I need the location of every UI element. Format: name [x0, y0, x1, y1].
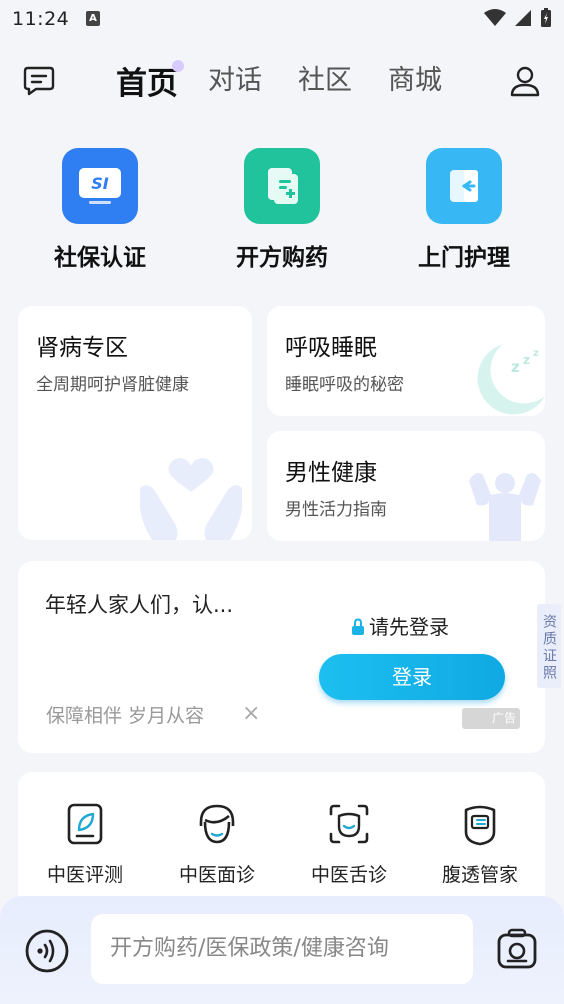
male-card-subtitle: 男性活力指南 [285, 500, 387, 520]
voice-input-icon[interactable] [24, 928, 70, 974]
tab-community[interactable]: 社区 [298, 58, 352, 103]
tcm-assessment-icon [67, 803, 103, 845]
tab-home-label: 首页 [116, 66, 178, 102]
login-hint: 请先登录 [351, 611, 449, 640]
social-security-auth-button[interactable]: SI 社保认证 [35, 148, 165, 272]
face-diagnosis-label: 中医面诊 [178, 864, 255, 886]
top-header: 首页 对话 社区 商城 [0, 54, 564, 106]
main-nav-tabs: 首页 对话 社区 商城 [116, 58, 478, 103]
tongue-diagnosis-button[interactable]: 中医舌诊 [294, 802, 404, 887]
ask-input[interactable]: 开方购药/医保政策/健康咨询 [91, 914, 473, 984]
status-time: 11:24 [12, 8, 70, 30]
camera-scan-icon[interactable] [494, 926, 540, 972]
qualification-certificate-tab[interactable]: 资质证照 [537, 604, 561, 688]
status-icons [484, 8, 552, 28]
promo-headline[interactable]: 年轻人家人们，认... [45, 589, 233, 619]
tab-chat[interactable]: 对话 [208, 58, 262, 103]
active-tab-dot [172, 60, 184, 72]
moon-sleep-icon: z z z [477, 344, 545, 415]
svg-text:z: z [523, 353, 530, 367]
home-nursing-button[interactable]: 上门护理 [399, 148, 529, 272]
app-notification-icon: A [86, 11, 100, 26]
battery-icon [541, 8, 551, 27]
tcm-assessment-button[interactable]: 中医评测 [30, 802, 140, 887]
tab-home[interactable]: 首页 [116, 58, 184, 103]
wifi-icon [484, 9, 506, 26]
prescription-icon [244, 148, 320, 224]
sleep-card-title: 呼吸睡眠 [285, 335, 377, 361]
face-diagnosis-icon [199, 804, 235, 844]
home-nursing-label: 上门护理 [418, 245, 510, 271]
quick-services: SI 社保认证 开方购药 上门护理 [0, 148, 564, 278]
tab-chat-label: 对话 [208, 65, 262, 96]
dialysis-manager-label: 腹透管家 [441, 864, 518, 886]
kidney-card-title: 肾病专区 [36, 335, 128, 361]
sleep-card-subtitle: 睡眠呼吸的秘密 [285, 375, 404, 395]
social-security-auth-label: 社保认证 [54, 245, 146, 271]
si-icon-text: SI [91, 174, 109, 193]
svg-text:z: z [511, 358, 520, 376]
tab-mall[interactable]: 商城 [388, 58, 442, 103]
home-care-icon [426, 148, 502, 224]
tongue-diagnosis-icon [329, 804, 369, 844]
login-hint-text: 请先登录 [369, 615, 449, 639]
lock-icon [352, 618, 364, 635]
ad-badge: 广告 [462, 708, 520, 729]
tab-community-label: 社区 [298, 65, 352, 96]
promo-close-button[interactable]: × [242, 701, 260, 726]
tcm-assessment-label: 中医评测 [46, 864, 123, 886]
tab-mall-label: 商城 [388, 65, 442, 96]
kidney-disease-card[interactable]: 肾病专区 全周期呵护肾脏健康 [18, 306, 252, 540]
status-bar: 11:24 A [0, 0, 564, 40]
care-hands-icon [140, 458, 242, 540]
prescription-purchase-button[interactable]: 开方购药 [217, 148, 347, 272]
face-diagnosis-button[interactable]: 中医面诊 [162, 802, 272, 887]
signal-icon [515, 10, 531, 26]
male-health-card[interactable]: 男性健康 男性活力指南 [267, 431, 545, 541]
login-button[interactable]: 登录 [319, 654, 505, 700]
muscle-icon [469, 473, 541, 541]
prescription-purchase-label: 开方购药 [236, 245, 328, 271]
dialysis-manager-icon [464, 805, 496, 846]
male-card-title: 男性健康 [285, 460, 377, 486]
svg-text:z: z [533, 348, 539, 359]
tongue-diagnosis-label: 中医舌诊 [310, 864, 387, 886]
social-security-icon: SI [62, 148, 138, 224]
user-profile-icon[interactable] [508, 64, 542, 98]
message-icon[interactable] [22, 64, 56, 98]
sleep-breathing-card[interactable]: 呼吸睡眠 睡眠呼吸的秘密 z z z [267, 306, 545, 416]
dialysis-manager-button[interactable]: 腹透管家 [425, 802, 535, 887]
bottom-input-bar: 开方购药/医保政策/健康咨询 [0, 896, 564, 1004]
kidney-card-subtitle: 全周期呵护肾脏健康 [36, 375, 189, 395]
social-security-icon-glyph: SI [79, 168, 121, 204]
promo-login-card: 年轻人家人们，认... 保障相伴 岁月从容 × 请先登录 登录 广告 [18, 561, 545, 753]
tcm-services-panel: 中医评测 中医面诊 中医舌诊 腹透管家 [18, 772, 545, 912]
promo-tagline: 保障相伴 岁月从容 [46, 705, 205, 727]
